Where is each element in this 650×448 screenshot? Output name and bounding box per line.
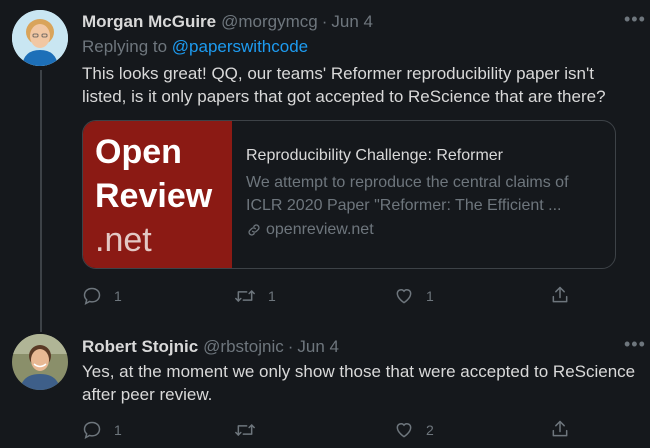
reply-count: 1 bbox=[114, 422, 122, 438]
handle[interactable]: @rbstojnic bbox=[203, 337, 284, 357]
card-domain: openreview.net bbox=[246, 221, 606, 239]
retweet-icon bbox=[235, 424, 255, 436]
more-icon: ••• bbox=[624, 9, 646, 29]
logo-text-open: Open bbox=[95, 133, 182, 171]
avatar[interactable] bbox=[12, 334, 68, 390]
separator-dot: · bbox=[287, 337, 294, 356]
replying-to: Replying to @paperswithcode bbox=[82, 37, 308, 57]
heart-icon bbox=[396, 289, 412, 304]
like-count: 2 bbox=[426, 422, 434, 438]
display-name[interactable]: Robert Stojnic bbox=[82, 337, 198, 357]
card-domain-text: openreview.net bbox=[266, 221, 374, 238]
reply-button[interactable]: 1 bbox=[82, 286, 122, 306]
timestamp[interactable]: Jun 4 bbox=[297, 337, 339, 357]
share-icon bbox=[552, 420, 568, 437]
reply-count: 1 bbox=[114, 288, 122, 304]
replying-to-label: Replying to bbox=[82, 37, 168, 56]
retweet-icon bbox=[235, 290, 255, 302]
timestamp[interactable]: Jun 4 bbox=[331, 12, 373, 32]
openreview-logo: Open Review .net bbox=[83, 121, 232, 268]
tweet-text: This looks great! QQ, our teams' Reforme… bbox=[82, 64, 606, 106]
handle[interactable]: @morgymcg bbox=[221, 12, 318, 32]
card-text: Reproducibility Challenge: Reformer We a… bbox=[246, 147, 606, 239]
retweet-button[interactable]: 1 bbox=[234, 286, 276, 306]
more-options-button[interactable]: ••• bbox=[624, 10, 646, 28]
heart-icon bbox=[396, 423, 412, 438]
card-title: Reproducibility Challenge: Reformer bbox=[246, 147, 504, 164]
display-name[interactable]: Morgan McGuire bbox=[82, 12, 216, 32]
tweet-text: Yes, at the moment we only show those th… bbox=[82, 362, 636, 404]
replying-to-mention[interactable]: @paperswithcode bbox=[172, 37, 308, 56]
avatar[interactable] bbox=[12, 10, 68, 66]
tweet-morgan[interactable]: Morgan McGuire @morgymcg · Jun 4 ••• Rep… bbox=[0, 0, 650, 320]
like-button[interactable]: 1 bbox=[394, 286, 434, 306]
share-button[interactable] bbox=[550, 285, 570, 305]
tweet-robert[interactable]: Robert Stojnic @rbstojnic · Jun 4 ••• Ye… bbox=[0, 328, 650, 448]
reply-icon bbox=[83, 421, 101, 439]
link-card[interactable]: Open Review .net Reproducibility Challen… bbox=[82, 120, 616, 269]
more-icon: ••• bbox=[624, 334, 646, 354]
retweet-button[interactable] bbox=[234, 420, 268, 440]
share-button[interactable] bbox=[550, 419, 570, 439]
link-icon bbox=[248, 224, 260, 236]
separator-dot: · bbox=[321, 12, 328, 31]
retweet-count: 1 bbox=[268, 288, 276, 304]
like-count: 1 bbox=[426, 288, 434, 304]
logo-text-review: Review bbox=[95, 177, 213, 215]
like-button[interactable]: 2 bbox=[394, 420, 434, 440]
reply-button[interactable]: 1 bbox=[82, 420, 122, 440]
card-description: We attempt to reproduce the central clai… bbox=[246, 174, 569, 214]
more-options-button[interactable]: ••• bbox=[624, 335, 646, 353]
share-icon bbox=[552, 286, 568, 303]
logo-text-net: .net bbox=[95, 221, 152, 259]
reply-icon bbox=[83, 287, 101, 305]
